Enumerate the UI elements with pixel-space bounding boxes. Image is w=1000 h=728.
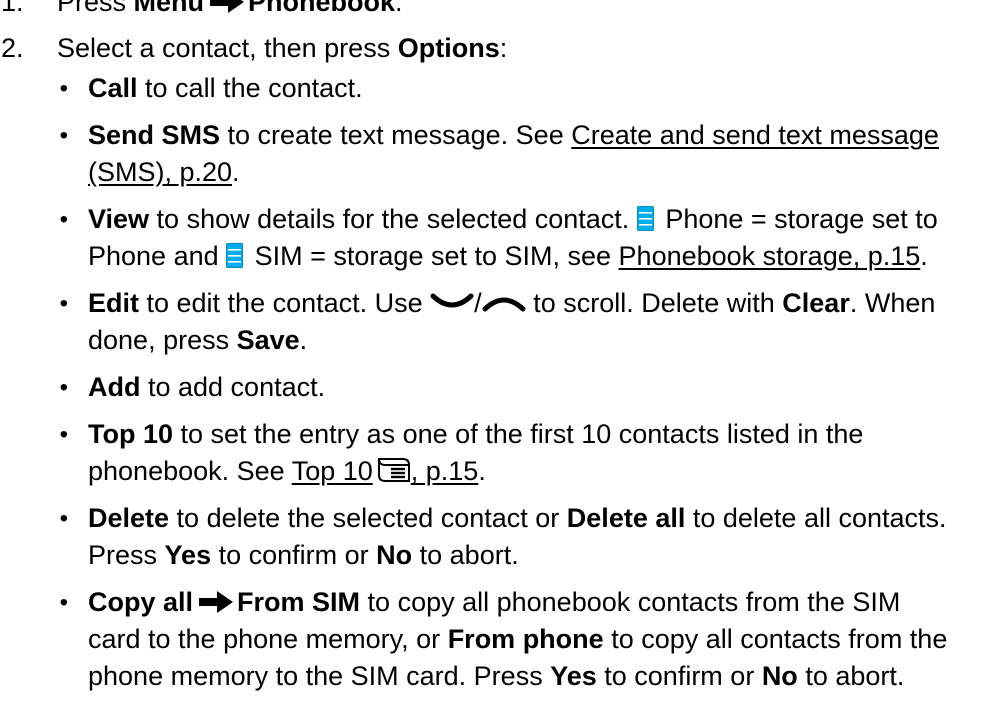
list-item-delete: • Delete to delete the selected contact … — [0, 500, 1000, 574]
yes-key: Yes — [550, 661, 597, 691]
step-press-text: Press — [57, 0, 127, 17]
step-1: 1. Press Menu Phonebook. — [0, 0, 1000, 30]
right-arrow-icon — [199, 591, 234, 613]
item-text: Top 10 to set the entry as one of the fi… — [88, 416, 954, 490]
options-key: Options — [397, 33, 500, 63]
phonebook-menu: Phonebook — [248, 0, 396, 17]
term-edit: Edit — [88, 288, 139, 318]
storage-phone-icon — [636, 206, 654, 231]
bullet: • — [59, 589, 68, 616]
item-desc: to delete the selected contact or — [169, 503, 567, 533]
list-item-top10: • Top 10 to set the entry as one of the … — [0, 416, 1000, 490]
step-text: Press Menu Phonebook. — [57, 0, 1000, 21]
term-delete: Delete — [88, 503, 170, 533]
item-text: Delete to delete the selected contact or… — [88, 500, 954, 574]
storage-sim-icon — [226, 243, 244, 268]
item-text: View to show details for the selected co… — [88, 201, 954, 275]
link-text: Top 10 — [291, 456, 373, 486]
manual-page: 1. Press Menu Phonebook. 2. Select a cont… — [0, 0, 1000, 695]
link-page: , p.15 — [410, 456, 479, 486]
bullet: • — [59, 75, 68, 102]
term-view: View — [88, 204, 150, 234]
step-text: Select a contact, then press Options: — [57, 30, 1000, 67]
link-top10[interactable]: Top 10 , p.15 — [292, 456, 479, 486]
list-item-edit: • Edit to edit the contact. Use / to scr… — [0, 285, 1000, 359]
clear-key: Clear — [782, 288, 850, 318]
item-desc: to abort. — [797, 661, 905, 691]
item-desc: to call the contact. — [137, 73, 363, 103]
term-copy-all: Copy all — [88, 587, 194, 617]
list-item-view: • View to show details for the selected … — [0, 201, 1000, 275]
list-item-call: • Call to call the contact. — [0, 70, 1000, 107]
bullet: • — [59, 421, 68, 448]
item-desc: to abort. — [412, 540, 519, 570]
step-2: 2. Select a contact, then press Options: — [0, 30, 1000, 70]
chevron-up-icon — [482, 297, 526, 312]
no-key: No — [376, 540, 413, 570]
step-number: 1. — [1, 0, 24, 17]
save-key: Save — [236, 325, 300, 355]
term-from-phone: From phone — [447, 624, 604, 654]
item-text: Call to call the contact. — [88, 70, 954, 107]
item-end: . — [478, 456, 486, 486]
chevron-down-icon — [430, 293, 474, 308]
item-text: Copy all From SIM to copy all phonebook c… — [88, 584, 954, 695]
item-desc: to confirm or — [596, 661, 762, 691]
item-desc: to create text message. See — [220, 120, 572, 150]
item-desc: SIM = storage set to SIM, see — [247, 241, 619, 271]
bullet: • — [59, 290, 68, 317]
item-desc: to add contact. — [140, 372, 326, 402]
term-send-sms: Send SMS — [88, 120, 221, 150]
item-end: . — [299, 325, 308, 355]
bullet: • — [59, 374, 68, 401]
options-list: • Call to call the contact. • Send SMS t… — [0, 70, 1000, 695]
bullet: • — [59, 206, 68, 233]
bullet: • — [59, 122, 68, 149]
step-end: . — [395, 0, 403, 17]
top10-book-icon — [377, 458, 410, 482]
item-text: Add to add contact. — [88, 369, 954, 406]
item-desc: to scroll. Delete with — [525, 288, 783, 318]
term-top10: Top 10 — [88, 419, 174, 449]
link-phonebook-storage[interactable]: Phonebook storage, p.15 — [619, 241, 921, 271]
term-call: Call — [88, 73, 138, 103]
bullet: • — [59, 505, 68, 532]
item-desc: to show details for the selected contact… — [149, 204, 637, 234]
list-item-copy-all: • Copy all From SIM to copy all phonebook… — [0, 584, 1000, 695]
list-item-send-sms: • Send SMS to create text message. See C… — [0, 117, 1000, 191]
item-desc: to edit the contact. Use — [139, 288, 431, 318]
step-end: : — [499, 33, 508, 63]
item-text: Edit to edit the contact. Use / to scrol… — [88, 285, 954, 359]
item-desc: to confirm or — [211, 540, 377, 570]
no-key: No — [761, 661, 798, 691]
menu-key: Menu — [133, 0, 205, 17]
yes-key: Yes — [164, 540, 212, 570]
term-delete-all: Delete all — [566, 503, 686, 533]
term-from-sim: From SIM — [237, 587, 361, 617]
item-end: . — [920, 241, 928, 271]
right-arrow-icon — [210, 0, 245, 13]
term-add: Add — [88, 372, 141, 402]
item-end: . — [232, 157, 240, 187]
list-item-add: • Add to add contact. — [0, 369, 1000, 406]
step-select-text: Select a contact, then press — [57, 33, 391, 63]
step-number: 2. — [1, 33, 24, 63]
slash: / — [474, 288, 482, 318]
item-text: Send SMS to create text message. See Cre… — [88, 117, 954, 191]
